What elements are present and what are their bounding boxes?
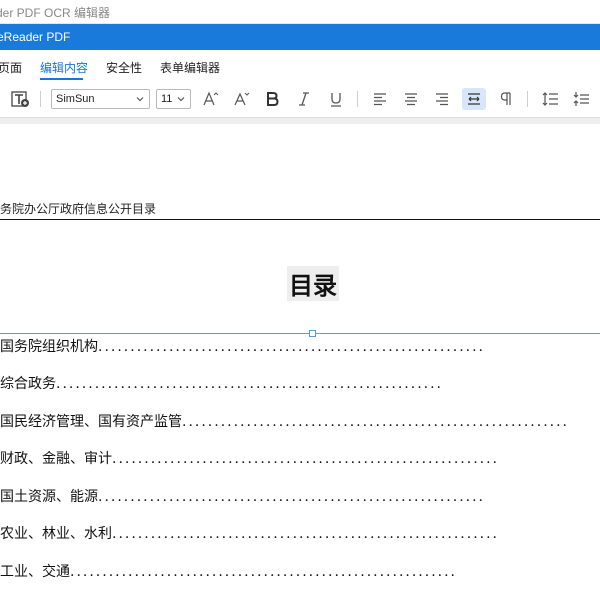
paragraph-spacing-icon [573, 92, 589, 106]
document-title[interactable]: 目录 [287, 266, 339, 301]
paragraph-button[interactable] [495, 88, 517, 110]
align-center-icon [405, 93, 417, 106]
toolbar-divider [527, 91, 528, 107]
toc-leader: ........................................… [112, 526, 500, 542]
header-rule [0, 219, 600, 220]
font-size-value: 11 [161, 93, 173, 105]
tab-security[interactable]: 安全性 [106, 59, 142, 76]
italic-icon [299, 92, 309, 106]
line-spacing-button[interactable] [539, 88, 561, 110]
align-center-button[interactable] [400, 88, 422, 110]
window-titlebar: der PDF OCR 编辑器 [0, 0, 600, 24]
toc-leader: ........................................… [98, 339, 486, 355]
align-left-icon [374, 93, 386, 106]
italic-button[interactable] [293, 88, 315, 110]
toc-item[interactable]: 国土资源、能源.................................… [0, 486, 600, 506]
edit-toolbar: SimSun 11 [0, 82, 600, 118]
toc-leader: ........................................… [98, 489, 486, 505]
active-tab-indicator [40, 78, 83, 80]
app-header: eReader PDF [0, 24, 600, 50]
document-page[interactable]: 务院办公厅政府信息公开目录 目录 国务院组织机构................… [0, 124, 600, 600]
chevron-down-icon [136, 97, 144, 102]
toc-item[interactable]: 工业、交通...................................… [0, 561, 600, 581]
window-title: der PDF OCR 编辑器 [0, 6, 111, 20]
selection-boundary [0, 333, 600, 334]
toc-item-label: 综合政务 [0, 376, 56, 392]
toc-item[interactable]: 农业、林业、水利................................… [0, 523, 600, 543]
justify-button[interactable] [462, 88, 486, 110]
increase-font-button[interactable] [199, 88, 221, 110]
toc-leader: ........................................… [70, 564, 458, 580]
menu-bar: 页面 编辑内容 安全性 表单编辑器 [0, 50, 600, 82]
toolbar-divider [357, 91, 358, 107]
justify-icon [468, 93, 480, 105]
font-family-select[interactable]: SimSun [51, 89, 150, 109]
tab-page[interactable]: 页面 [0, 59, 22, 76]
line-spacing-icon [542, 92, 558, 106]
increase-font-icon [203, 91, 219, 106]
font-family-value: SimSun [56, 93, 95, 105]
decrease-font-icon [234, 92, 250, 106]
toc-leader: ........................................… [56, 376, 444, 392]
underline-button[interactable] [325, 88, 347, 110]
toc-item-label: 财政、金融、审计 [0, 451, 112, 467]
bold-icon [267, 92, 279, 106]
bold-button[interactable] [261, 88, 283, 110]
toc-item[interactable]: 综合政务....................................… [0, 373, 600, 393]
app-name: eReader PDF [0, 30, 71, 44]
tab-form-editor[interactable]: 表单编辑器 [160, 59, 220, 76]
align-left-button[interactable] [369, 88, 391, 110]
toc-item-label: 国务院组织机构 [0, 339, 98, 355]
underline-icon [331, 93, 341, 107]
add-text-icon [11, 91, 29, 107]
add-text-button[interactable] [8, 88, 32, 110]
toc-leader: ........................................… [182, 414, 570, 430]
paragraph-icon [500, 92, 511, 105]
font-size-select[interactable]: 11 [156, 89, 191, 109]
page-header-text[interactable]: 务院办公厅政府信息公开目录 [0, 200, 156, 217]
toc-item-label: 农业、林业、水利 [0, 526, 112, 542]
chevron-down-icon [177, 97, 185, 102]
paragraph-spacing-button[interactable] [570, 88, 592, 110]
align-right-button[interactable] [431, 88, 453, 110]
align-right-icon [436, 93, 448, 106]
tab-edit-content[interactable]: 编辑内容 [40, 59, 88, 76]
toc-item[interactable]: 财政、金融、审计................................… [0, 448, 600, 468]
toc-item[interactable]: 国务院组织机构.................................… [0, 336, 600, 356]
toc-item[interactable]: 国民经济管理、国有资产监管...........................… [0, 411, 600, 431]
decrease-font-button[interactable] [230, 88, 252, 110]
toc-item-label: 工业、交通 [0, 564, 70, 580]
toolbar-divider [40, 91, 41, 107]
toc-leader: ........................................… [112, 451, 500, 467]
toc-item-label: 国土资源、能源 [0, 489, 98, 505]
toc-item-label: 国民经济管理、国有资产监管 [0, 414, 182, 430]
